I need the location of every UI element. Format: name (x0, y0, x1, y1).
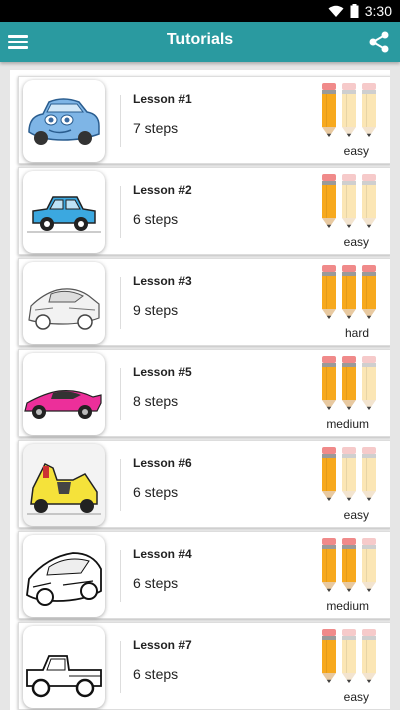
blue-cartoon-car-image (23, 80, 105, 162)
lesson-card[interactable]: Lesson #3 9 steps hard (18, 258, 390, 346)
sketch-sports-car-image (23, 262, 105, 344)
app-bar: Tutorials (0, 22, 400, 62)
difficulty-pencils-icon (320, 356, 380, 412)
difficulty-pencils-icon (320, 265, 380, 321)
difficulty-label: easy (343, 690, 369, 704)
difficulty-label: medium (326, 417, 369, 431)
difficulty-label: easy (343, 508, 369, 522)
lesson-card[interactable]: Lesson #1 7 steps easy (18, 76, 390, 164)
difficulty-pencils-icon (320, 83, 380, 139)
lesson-card[interactable]: Lesson #5 8 steps medium (18, 349, 390, 437)
difficulty-pencils-icon (320, 629, 380, 685)
lesson-title: Lesson #6 (133, 456, 192, 470)
card-divider (120, 186, 121, 238)
difficulty-pencils-icon (320, 447, 380, 503)
difficulty-pencils-icon (320, 538, 380, 594)
pickup-truck-image (23, 626, 105, 708)
difficulty-label: easy (343, 235, 369, 249)
difficulty-label: easy (343, 144, 369, 158)
yellow-race-car-image (23, 444, 105, 526)
lesson-steps: 6 steps (133, 211, 179, 227)
lesson-title: Lesson #7 (133, 638, 192, 652)
lesson-card[interactable]: Lesson #2 6 steps easy (18, 167, 390, 255)
card-divider (120, 277, 121, 329)
lesson-title: Lesson #2 (133, 183, 192, 197)
wifi-icon (328, 5, 344, 17)
lesson-steps: 6 steps (133, 484, 179, 500)
lesson-steps: 7 steps (133, 120, 179, 136)
lesson-title: Lesson #3 (133, 274, 192, 288)
difficulty-pencils-icon (320, 174, 380, 230)
card-divider (120, 459, 121, 511)
lesson-list[interactable]: Lesson #1 7 steps easy Lesson #2 6 steps… (10, 70, 390, 710)
difficulty-label: hard (344, 326, 369, 340)
difficulty-label: medium (326, 599, 369, 613)
card-divider (120, 550, 121, 602)
lesson-title: Lesson #4 (133, 547, 192, 561)
card-divider (120, 368, 121, 420)
lesson-steps: 6 steps (133, 575, 179, 591)
status-time: 3:30 (364, 3, 392, 19)
lesson-steps: 6 steps (133, 666, 179, 682)
lesson-title: Lesson #5 (133, 365, 192, 379)
card-divider (120, 641, 121, 693)
lesson-steps: 8 steps (133, 393, 179, 409)
lesson-card[interactable]: Lesson #7 6 steps easy (18, 622, 390, 710)
share-icon[interactable] (368, 30, 390, 54)
page-title: Tutorials (166, 31, 234, 48)
blue-simple-car-image (23, 171, 105, 253)
pink-sports-car-image (23, 353, 105, 435)
battery-icon (350, 4, 359, 18)
card-divider (120, 95, 121, 147)
outline-supercar-image (23, 535, 105, 617)
status-bar: 3:30 (0, 0, 400, 22)
lesson-card[interactable]: Lesson #4 6 steps medium (18, 531, 390, 619)
lesson-title: Lesson #1 (133, 92, 192, 106)
lesson-card[interactable]: Lesson #6 6 steps easy (18, 440, 390, 528)
lesson-steps: 9 steps (133, 302, 179, 318)
